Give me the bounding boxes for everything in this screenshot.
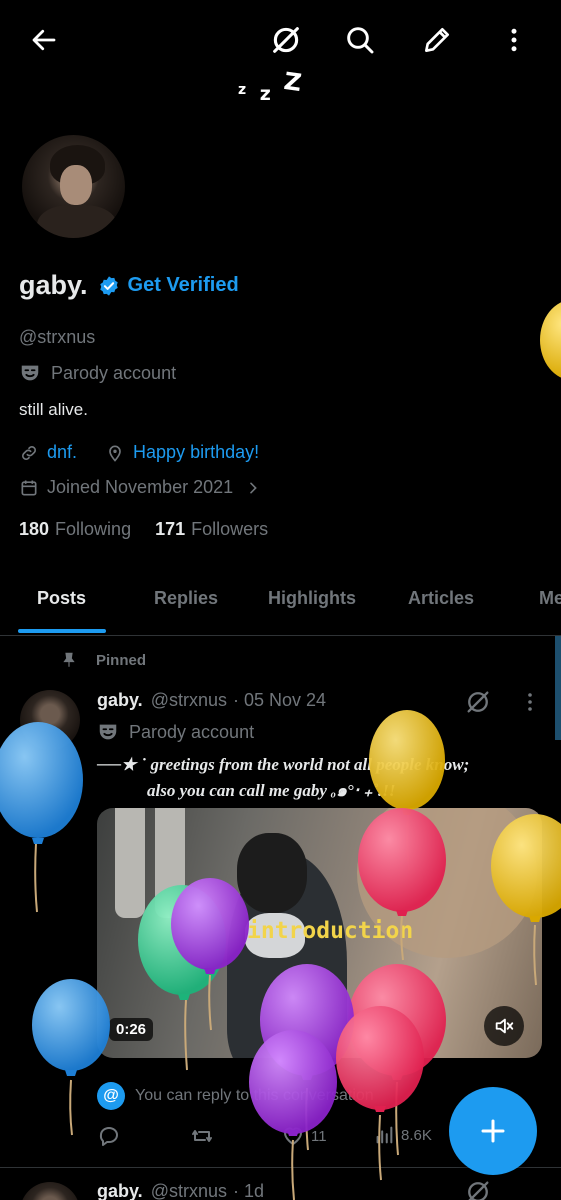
profile-link[interactable]: dnf.: [47, 442, 77, 463]
followers-count: 171: [155, 519, 186, 539]
mute-icon[interactable]: [484, 1006, 524, 1046]
arrow-left-icon[interactable]: [24, 20, 64, 60]
post-text-line-1: ──★ ˙ greetings from the world not all p…: [97, 755, 470, 774]
video-caption: introduction: [247, 918, 414, 944]
post-actions: 11 8.6K: [97, 1124, 477, 1152]
profile-handle: @strxnus: [19, 327, 96, 347]
views-icon: [376, 1126, 393, 1144]
tab-highlights[interactable]: Highlights: [268, 588, 356, 609]
tab-articles[interactable]: Articles: [408, 588, 474, 609]
reply-icon: [99, 1127, 118, 1146]
post-text-line-2: also you can call me gaby ₒ๑°‧ ₊˚.!!: [147, 781, 396, 800]
post-parody-label: Parody account: [97, 721, 254, 743]
zzz-medium: z: [259, 83, 271, 105]
pin-icon: [63, 652, 75, 667]
reply-restriction-note: @ You can reply to this conversation: [97, 1082, 374, 1110]
post-more-icon[interactable]: [518, 690, 542, 719]
reply-note-text: You can reply to this conversation: [135, 1087, 374, 1104]
followers-label: Followers: [191, 519, 269, 539]
verified-badge-icon: [99, 275, 118, 296]
active-tab-indicator: [18, 629, 106, 633]
post-author-handle: @strxnus: [150, 1181, 227, 1200]
plus-icon: [481, 1119, 505, 1143]
profile-name-row: gaby. Get Verified: [19, 270, 239, 301]
profile-meta-row: dnf. Happy birthday!: [19, 442, 259, 463]
tab-media[interactable]: Me: [539, 588, 561, 609]
post-text: ──★ ˙ greetings from the world not all p…: [97, 752, 469, 804]
tab-replies[interactable]: Replies: [154, 588, 218, 609]
location-pin-icon: [109, 445, 121, 462]
reply-button[interactable]: [97, 1124, 121, 1148]
post-author-name[interactable]: gaby.: [97, 1181, 143, 1200]
sleep-zzz: z z Z: [238, 66, 304, 105]
post-date: · 1d: [232, 1181, 265, 1200]
video-duration: 0:26: [109, 1018, 154, 1041]
pencil-icon[interactable]: [417, 20, 457, 60]
repost-icon: [192, 1130, 212, 1142]
calendar-icon: [21, 480, 37, 495]
repost-button[interactable]: [189, 1124, 215, 1148]
theater-mask-icon: [99, 724, 117, 740]
profile-joined: Joined November 2021: [47, 477, 234, 497]
more-vertical-icon[interactable]: [494, 20, 534, 60]
post-video[interactable]: introduction 0:26: [97, 808, 542, 1058]
profile-tabs: Posts Replies Highlights Articles Me: [0, 570, 561, 636]
pinned-text: Pinned: [96, 651, 147, 669]
profile-bio: still alive.: [19, 400, 88, 419]
followers-stat[interactable]: 171 Followers: [155, 519, 268, 540]
post-header: gaby. @strxnus · 05 Nov 24: [97, 690, 326, 711]
link-icon: [22, 445, 36, 460]
views-button[interactable]: 8.6K: [373, 1124, 432, 1146]
post-header: gaby. @strxnus · 1d: [97, 1181, 264, 1200]
get-verified-link[interactable]: Get Verified: [128, 274, 239, 297]
following-stat[interactable]: 180 Following: [19, 519, 131, 540]
like-count: 11: [311, 1127, 327, 1145]
post-author-name[interactable]: gaby.: [97, 690, 143, 711]
compose-post-button[interactable]: [449, 1087, 537, 1175]
profile-name: gaby.: [19, 270, 88, 300]
follow-stats: 180 Following 171 Followers: [19, 519, 268, 540]
profile-location: Happy birthday!: [133, 442, 260, 462]
parody-text: Parody account: [51, 362, 177, 383]
scrollbar[interactable]: [555, 636, 561, 740]
profile-avatar[interactable]: [20, 133, 127, 240]
like-button[interactable]: 11: [281, 1124, 327, 1148]
post-date: · 05 Nov 24: [232, 690, 327, 710]
following-count: 180: [19, 519, 50, 539]
balloon-blue: [0, 722, 83, 913]
circle-slash-icon[interactable]: [266, 20, 306, 60]
post-parody-text: Parody account: [129, 721, 255, 742]
post-avatar[interactable]: [20, 1182, 80, 1200]
tab-posts[interactable]: Posts: [37, 588, 86, 609]
pinned-label: Pinned: [60, 651, 146, 669]
heart-icon: [283, 1127, 303, 1146]
balloon-yellow-edge: [540, 302, 561, 378]
view-count: 8.6K: [401, 1126, 432, 1144]
post-avatar[interactable]: [20, 690, 80, 750]
at-icon: @: [97, 1082, 125, 1110]
circle-slash-icon[interactable]: [464, 1178, 492, 1200]
post-author-handle: @strxnus: [150, 690, 227, 710]
parody-label: Parody account: [19, 362, 176, 384]
following-label: Following: [55, 519, 132, 539]
zzz-small: z: [238, 82, 247, 98]
circle-slash-icon[interactable]: [464, 688, 492, 721]
zzz-large: Z: [282, 66, 304, 98]
theater-mask-icon: [21, 365, 39, 381]
search-icon[interactable]: [340, 20, 380, 60]
chevron-right-icon: [250, 482, 257, 493]
top-bar: z z Z: [0, 0, 561, 105]
profile-joined-row[interactable]: Joined November 2021: [19, 477, 261, 498]
